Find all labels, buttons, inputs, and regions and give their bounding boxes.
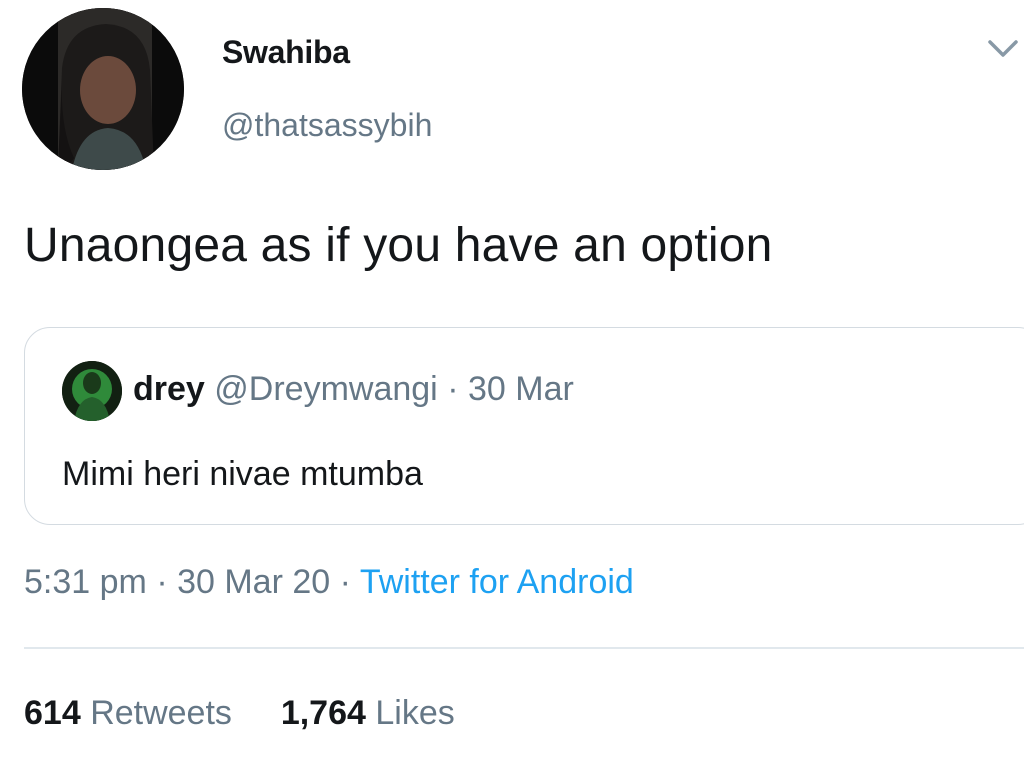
likes-label: Likes [375,694,455,732]
quoted-tweet-date: 30 Mar [467,370,574,408]
quoted-author-name: drey [133,370,205,408]
meta-separator: · [339,563,351,601]
author-handle[interactable]: @thatsassybih [222,107,432,144]
retweets-stat[interactable]: 614 Retweets [24,694,241,732]
quoted-tweet-text: Mimi heri nivae mtumba [62,455,423,493]
retweets-label: Retweets [90,694,232,732]
likes-stat[interactable]: 1,764 Likes [271,694,455,732]
tweet-stats: 614 Retweets 1,764 Likes [24,694,455,733]
retweets-count: 614 [24,694,81,732]
meta-separator: · [156,563,168,601]
tweet-date[interactable]: 30 Mar 20 [177,563,330,601]
quoted-author-handle: @Dreymwangi [214,370,438,408]
tweet-time[interactable]: 5:31 pm [24,563,147,601]
quoted-author-avatar[interactable] [62,361,122,421]
quoted-author-avatar-image [62,361,122,421]
author-name[interactable]: Swahiba [222,34,350,71]
tweet-text: Unaongea as if you have an option [24,219,773,272]
tweet-meta: 5:31 pm · 30 Mar 20 · Twitter for Androi… [24,563,634,602]
chevron-down-icon[interactable] [986,36,1020,62]
quoted-separator: · [447,370,459,408]
tweet-source-link[interactable]: Twitter for Android [360,563,634,601]
author-avatar-image [22,8,184,170]
quoted-tweet-card[interactable]: drey @Dreymwangi · 30 Mar Mimi heri niva… [24,327,1024,525]
likes-count: 1,764 [280,694,366,732]
quoted-tweet-header: drey @Dreymwangi · 30 Mar [133,370,574,409]
author-avatar[interactable] [22,8,184,170]
divider [24,647,1024,649]
